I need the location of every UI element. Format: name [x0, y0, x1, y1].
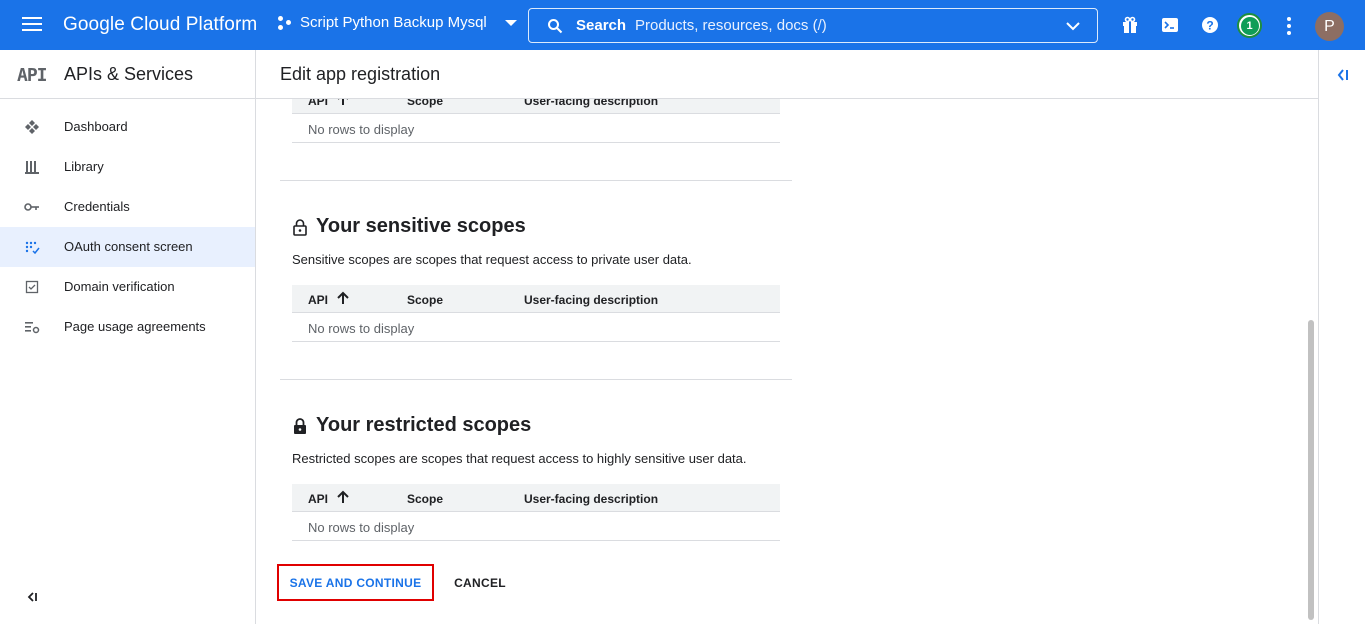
col-api[interactable]: API	[308, 492, 328, 506]
api-logo-icon: API	[17, 65, 47, 86]
col-description[interactable]: User-facing description	[524, 492, 658, 506]
help-icon[interactable]: ?	[1200, 15, 1220, 35]
col-api[interactable]: API	[308, 99, 328, 108]
sidebar-item-label: OAuth consent screen	[64, 239, 193, 254]
col-description[interactable]: User-facing description	[524, 99, 658, 108]
section-title: Your restricted scopes	[316, 414, 532, 436]
checkbox-icon	[25, 280, 39, 294]
brand-title[interactable]: Google Cloud Platform	[63, 14, 257, 36]
col-scope[interactable]: Scope	[407, 492, 443, 506]
right-panel-rail	[1318, 50, 1365, 624]
project-selector[interactable]: Script Python Backup Mysql	[276, 14, 517, 31]
notifications-badge[interactable]: 1	[1237, 13, 1262, 38]
top-app-bar: Google Cloud Platform Script Python Back…	[0, 0, 1365, 50]
table-header: API Scope User-facing description	[292, 99, 780, 114]
section-description: Restricted scopes are scopes that reques…	[292, 451, 747, 466]
library-icon	[25, 161, 39, 174]
main-content: API Scope User-facing description No row…	[256, 99, 1318, 624]
table-header: API Scope User-facing description	[292, 484, 780, 512]
sidebar-title: APIs & Services	[64, 64, 194, 84]
col-api[interactable]: API	[308, 293, 328, 307]
consent-icon	[25, 241, 40, 255]
hamburger-menu-icon[interactable]	[20, 13, 44, 37]
table-row: No rows to display	[292, 313, 780, 342]
table-header: API Scope User-facing description	[292, 285, 780, 313]
sidebar-item-oauth-consent-screen[interactable]: OAuth consent screen	[0, 227, 255, 267]
section-title: Your sensitive scopes	[316, 215, 526, 237]
lock-icon	[294, 417, 306, 434]
section-divider	[280, 379, 792, 380]
table-row: No rows to display	[292, 114, 780, 143]
search-bar[interactable]: Search Products, resources, docs (/)	[528, 8, 1098, 43]
svg-text:?: ?	[1206, 19, 1213, 33]
key-icon	[24, 203, 39, 211]
settings-list-icon	[25, 322, 40, 334]
dashboard-icon	[25, 120, 39, 134]
col-scope[interactable]: Scope	[407, 99, 443, 108]
sidebar-item-label: Page usage agreements	[64, 319, 206, 334]
lock-open-outline-icon	[293, 218, 307, 236]
cancel-button[interactable]: CANCEL	[449, 571, 511, 595]
section-description: Sensitive scopes are scopes that request…	[292, 252, 692, 267]
sidebar-item-domain-verification[interactable]: Domain verification	[0, 267, 255, 307]
sidebar-item-label: Credentials	[64, 199, 130, 214]
avatar[interactable]: P	[1315, 12, 1344, 41]
empty-table-text: No rows to display	[308, 122, 415, 137]
table-row: No rows to display	[292, 512, 780, 541]
search-icon	[548, 19, 563, 34]
section-divider	[280, 180, 792, 181]
more-options-icon[interactable]	[1287, 17, 1291, 35]
project-hierarchy-icon	[276, 15, 292, 31]
notification-count: 1	[1240, 16, 1259, 35]
restricted-scopes-heading: Your restricted scopes	[292, 414, 531, 437]
scopes-table-nonsensitive: API Scope User-facing description No row…	[292, 99, 780, 143]
page-header: Edit app registration	[256, 50, 1318, 99]
sort-arrow-up-icon[interactable]	[336, 291, 350, 305]
scopes-table-sensitive: API Scope User-facing description No row…	[292, 285, 780, 342]
save-and-continue-button[interactable]: SAVE AND CONTINUE	[277, 564, 434, 601]
sidebar-item-label: Library	[64, 159, 104, 174]
sort-arrow-up-icon[interactable]	[336, 99, 350, 106]
sensitive-scopes-heading: Your sensitive scopes	[292, 215, 526, 238]
search-label: Search	[576, 17, 627, 34]
col-description[interactable]: User-facing description	[524, 293, 658, 307]
sidebar-item-dashboard[interactable]: Dashboard	[0, 107, 255, 147]
sidebar-item-library[interactable]: Library	[0, 147, 255, 187]
dropdown-caret-icon	[504, 19, 517, 26]
sidebar-item-credentials[interactable]: Credentials	[0, 187, 255, 227]
chevron-down-icon[interactable]	[1065, 18, 1081, 34]
project-name: Script Python Backup Mysql	[300, 14, 487, 31]
search-placeholder: Products, resources, docs (/)	[635, 17, 827, 34]
scrollbar-thumb[interactable]	[1308, 320, 1314, 620]
empty-table-text: No rows to display	[308, 520, 415, 535]
collapse-sidebar-icon[interactable]	[24, 589, 40, 605]
expand-panel-icon[interactable]	[1333, 66, 1351, 84]
sidebar-item-label: Domain verification	[64, 279, 175, 294]
sort-arrow-up-icon[interactable]	[336, 490, 350, 504]
empty-table-text: No rows to display	[308, 321, 415, 336]
sidebar-item-page-usage-agreements[interactable]: Page usage agreements	[0, 307, 255, 347]
gift-icon[interactable]	[1120, 15, 1140, 35]
scopes-table-restricted: API Scope User-facing description No row…	[292, 484, 780, 541]
cloud-shell-icon[interactable]	[1160, 15, 1180, 35]
sidebar-item-label: Dashboard	[64, 119, 128, 134]
sidebar: API APIs & Services Dashboard Library Cr…	[0, 50, 256, 624]
sidebar-header: API APIs & Services	[0, 50, 255, 99]
col-scope[interactable]: Scope	[407, 293, 443, 307]
page-title: Edit app registration	[280, 64, 441, 84]
